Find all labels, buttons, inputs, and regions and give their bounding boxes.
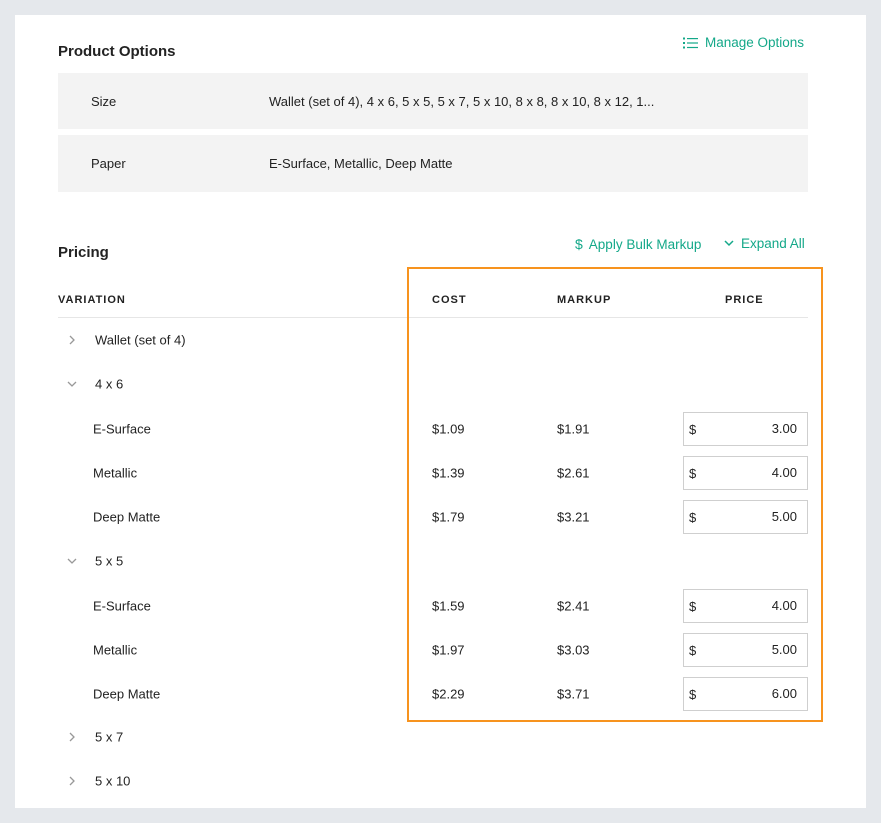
cost-value: $1.09: [432, 421, 465, 437]
chevron-right-icon[interactable]: [66, 334, 78, 346]
price-input[interactable]: [717, 465, 797, 480]
option-label: Paper: [91, 156, 126, 171]
currency-symbol: $: [689, 466, 697, 481]
option-row-size: Size Wallet (set of 4), 4 x 6, 5 x 5, 5 …: [58, 73, 808, 129]
dollar-icon: $: [575, 236, 583, 252]
variation-item-label: E-Surface: [93, 598, 151, 614]
variation-group-row[interactable]: 5 x 10: [15, 759, 866, 803]
currency-symbol: $: [689, 422, 697, 437]
column-header-cost: COST: [432, 294, 467, 306]
option-value: E-Surface, Metallic, Deep Matte: [269, 156, 453, 171]
price-input[interactable]: [717, 509, 797, 524]
markup-value: $3.21: [557, 509, 590, 525]
currency-symbol: $: [689, 599, 697, 614]
price-input[interactable]: [717, 421, 797, 436]
variation-item-label: E-Surface: [93, 421, 151, 437]
variation-group-row[interactable]: 4 x 6: [15, 362, 866, 406]
variation-group-label: 5 x 7: [95, 729, 124, 745]
variation-item-label: Metallic: [93, 642, 138, 658]
variation-group-label: Wallet (set of 4): [95, 332, 186, 348]
variation-item-label: Metallic: [93, 465, 138, 481]
currency-symbol: $: [689, 687, 697, 702]
price-field[interactable]: $: [683, 633, 808, 667]
cost-value: $1.39: [432, 465, 465, 481]
price-field[interactable]: $: [683, 589, 808, 623]
variation-item-row: Deep Matte $1.79 $3.21 $: [15, 495, 866, 539]
variation-group-label: 5 x 5: [95, 553, 124, 569]
markup-value: $2.41: [557, 598, 590, 614]
price-field[interactable]: $: [683, 412, 808, 446]
product-options-title: Product Options: [58, 43, 176, 60]
markup-value: $3.71: [557, 686, 590, 702]
pricing-title: Pricing: [58, 244, 109, 261]
manage-options-label: Manage Options: [705, 35, 805, 50]
column-header-price: PRICE: [725, 294, 764, 306]
variation-item-row: Metallic $1.39 $2.61 $: [15, 451, 866, 495]
markup-value: $1.91: [557, 421, 590, 437]
currency-symbol: $: [689, 643, 697, 658]
variation-group-label: 4 x 6: [95, 376, 124, 392]
column-header-variation: VARIATION: [58, 294, 126, 306]
variation-group-row[interactable]: 5 x 7: [15, 715, 866, 759]
variation-item-label: Deep Matte: [93, 509, 161, 525]
price-input[interactable]: [717, 686, 797, 701]
chevron-down-icon: [724, 240, 734, 247]
chevron-down-icon[interactable]: [66, 378, 78, 390]
price-input[interactable]: [717, 642, 797, 657]
markup-value: $2.61: [557, 465, 590, 481]
cost-value: $1.97: [432, 642, 465, 658]
cost-value: $1.79: [432, 509, 465, 525]
currency-symbol: $: [689, 510, 697, 525]
variation-item-row: Deep Matte $2.29 $3.71 $: [15, 672, 866, 716]
variation-group-label: 5 x 10: [95, 773, 131, 789]
content-panel: Product Options Manage Options Size Wall…: [15, 15, 866, 808]
option-row-paper: Paper E-Surface, Metallic, Deep Matte: [58, 135, 808, 192]
variation-item-label: Deep Matte: [93, 686, 161, 702]
option-label: Size: [91, 94, 117, 109]
chevron-right-icon[interactable]: [66, 731, 78, 743]
price-field[interactable]: $: [683, 456, 808, 490]
price-field[interactable]: $: [683, 677, 808, 711]
apply-bulk-markup-link[interactable]: $ Apply Bulk Markup: [575, 236, 701, 252]
price-field[interactable]: $: [683, 500, 808, 534]
variation-item-row: Metallic $1.97 $3.03 $: [15, 628, 866, 672]
chevron-down-icon[interactable]: [66, 555, 78, 567]
chevron-right-icon[interactable]: [66, 775, 78, 787]
variation-item-row: E-Surface $1.59 $2.41 $: [15, 584, 866, 628]
cost-value: $2.29: [432, 686, 465, 702]
variation-item-row: E-Surface $1.09 $1.91 $: [15, 407, 866, 451]
cost-value: $1.59: [432, 598, 465, 614]
expand-all-label: Expand All: [741, 236, 805, 251]
variation-group-row[interactable]: Wallet (set of 4): [15, 318, 866, 362]
markup-value: $3.03: [557, 642, 590, 658]
price-input[interactable]: [717, 598, 797, 613]
apply-bulk-markup-label: Apply Bulk Markup: [588, 236, 702, 252]
expand-all-link[interactable]: Expand All: [724, 236, 805, 251]
column-header-markup: MARKUP: [557, 294, 612, 306]
list-icon: [683, 37, 698, 48]
option-value: Wallet (set of 4), 4 x 6, 5 x 5, 5 x 7, …: [269, 94, 655, 109]
manage-options-link[interactable]: Manage Options: [683, 35, 804, 50]
variation-group-row[interactable]: 5 x 5: [15, 539, 866, 583]
